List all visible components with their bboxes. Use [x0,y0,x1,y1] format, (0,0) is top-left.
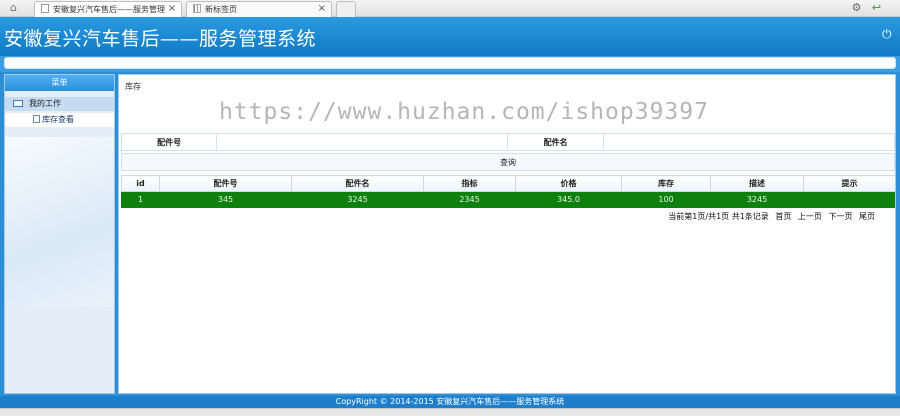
col-header-indicator[interactable]: 指标 [423,175,516,192]
col-header-part-name[interactable]: 配件名 [291,175,424,192]
sidebar-background [5,137,114,307]
inventory-table: id 配件号 配件名 指标 价格 库存 描述 提示 1 345 3245 234… [121,175,895,208]
sidebar: 菜单 我的工作 库存查看 [4,74,115,394]
next-page-link[interactable]: 下一页 [828,212,852,221]
browser-tab-active[interactable]: 安徽复兴汽车售后——服务管理 × [34,1,182,17]
main-panel: 库存 https://www.huzhan.com/ishop39397 配件号… [118,74,896,394]
last-page-link[interactable]: 尾页 [859,212,875,221]
new-tab-button[interactable] [336,1,356,17]
document-icon [33,115,40,123]
col-header-tip[interactable]: 提示 [803,175,895,192]
browser-status-bar [0,408,900,416]
col-header-stock[interactable]: 库存 [621,175,711,192]
tab-label: 新标签页 [205,5,237,14]
cell-tip [803,191,895,208]
footer-copyright: CopyRight © 2014-2015 安徽复兴汽车售后——服务管理系统 [0,396,900,408]
folder-icon [13,100,23,107]
col-header-id[interactable]: id [121,175,160,192]
cell-price: 345.0 [515,191,622,208]
header-subbar [0,56,900,72]
sidebar-group-my-work[interactable]: 我的工作 [5,97,114,111]
favorites-icon[interactable]: ⚙ [850,2,863,14]
search-form: 配件号 配件名 [120,133,895,151]
part-name-input[interactable] [602,133,895,151]
tab-label: 安徽复兴汽车售后——服务管理 [53,5,165,14]
sidebar-item-inventory[interactable]: 库存查看 [5,113,114,127]
col-header-description[interactable]: 描述 [710,175,804,192]
page-icon [41,4,49,13]
back-arrow-icon[interactable]: ↩ [870,2,883,14]
cell-stock: 100 [621,191,711,208]
cell-indicator: 2345 [423,191,516,208]
col-header-price[interactable]: 价格 [515,175,622,192]
grid-icon [193,4,201,13]
power-icon[interactable]: ⏻ [882,28,894,40]
watermark: https://www.huzhan.com/ishop39397 [219,99,709,125]
subbar-strip [4,57,896,69]
cell-id: 1 [121,191,160,208]
sidebar-group-label: 我的工作 [29,99,61,108]
cell-part-name: 3245 [291,191,424,208]
sidebar-heading: 菜单 [5,75,114,91]
part-name-label: 配件名 [507,133,604,151]
prev-page-link[interactable]: 上一页 [798,212,822,221]
first-page-link[interactable]: 首页 [775,212,791,221]
browser-tab-bar: ⌂ 安徽复兴汽车售后——服务管理 × 新标签页 × ⚙ ↩ [0,0,900,17]
browser-tab-newtab[interactable]: 新标签页 × [186,1,332,17]
part-number-label: 配件号 [120,133,218,151]
content-frame: 菜单 我的工作 库存查看 库存 https://www.huzhan.com/i… [0,72,900,396]
home-icon[interactable]: ⌂ [10,2,24,14]
pagination: 当前第1页/共1页 共1条记录 首页 上一页 下一页 尾页 [664,211,875,222]
app-header: 安徽复兴汽车售后——服务管理系统 ⏻ [0,17,900,56]
table-row[interactable]: 1 345 3245 2345 345.0 100 3245 [121,191,895,208]
cell-part-number: 345 [159,191,292,208]
part-number-input[interactable] [216,133,509,151]
col-header-part-number[interactable]: 配件号 [159,175,292,192]
cell-description: 3245 [710,191,804,208]
pagination-summary: 当前第1页/共1页 共1条记录 [668,212,769,221]
app-title: 安徽复兴汽车售后——服务管理系统 [4,28,317,50]
close-tab-icon[interactable]: × [168,3,176,14]
table-header-row: id 配件号 配件名 指标 价格 库存 描述 提示 [121,175,895,192]
query-button[interactable]: 查询 [121,153,895,171]
sidebar-item-label: 库存查看 [42,115,74,124]
close-tab-icon[interactable]: × [318,3,326,14]
breadcrumb: 库存 [125,82,141,91]
